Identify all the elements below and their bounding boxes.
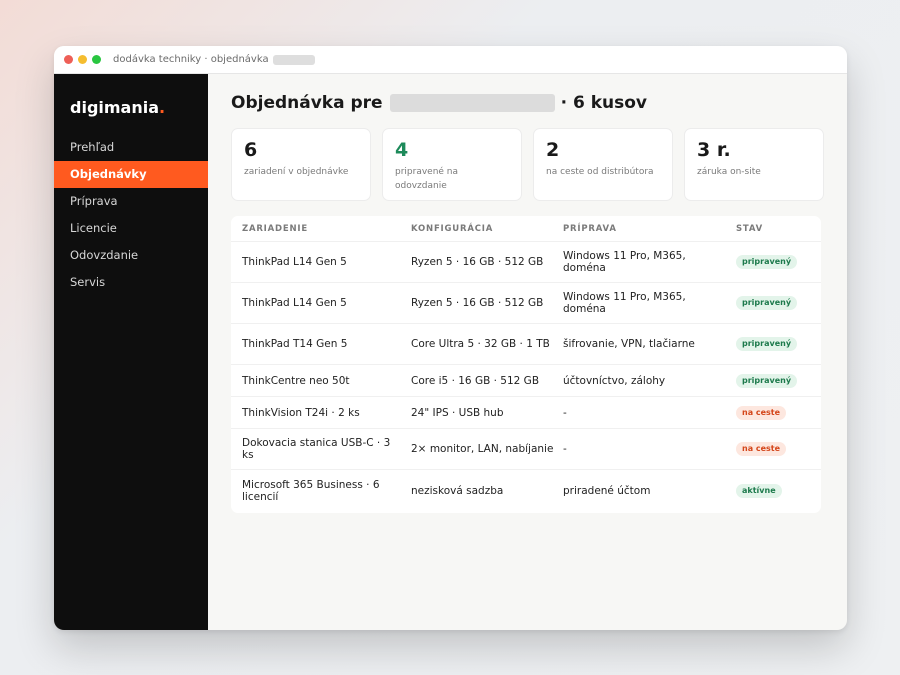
column-header-config[interactable]: KONFIGURÁCIA: [411, 223, 563, 235]
sidebar: digimania. Prehľad Objednávky Príprava L…: [54, 74, 208, 630]
sidebar-item-objednavky[interactable]: Objednávky: [54, 161, 208, 188]
title-bar: dodávka techniky · objednávka: [54, 46, 847, 74]
order-table: ZARIADENIE KONFIGURÁCIA PRÍPRAVA STAV Th…: [231, 216, 821, 513]
sidebar-item-licencie[interactable]: Licencie: [54, 215, 208, 242]
stat-card-ready: 4 pripravené na odovzdanie: [382, 128, 522, 201]
cell-config: Core Ultra 5 · 32 GB · 1 TB: [411, 338, 550, 350]
stat-value: 6: [244, 139, 258, 161]
cell-config: nezisková sadzba: [411, 484, 504, 497]
stat-card-warranty: 3 r. záruka on-site: [684, 128, 824, 201]
stat-value: 2: [546, 139, 560, 161]
table-row[interactable]: ThinkVision T24i · 2 ks 24" IPS · USB hu…: [231, 397, 821, 429]
column-header-status[interactable]: STAV: [736, 224, 821, 234]
stat-value: 3 r.: [697, 139, 731, 161]
table-row[interactable]: ThinkPad T14 Gen 5 Core Ultra 5 · 32 GB …: [231, 324, 821, 365]
cell-device: Dokovacia stanica USB-C · 3 ks: [242, 437, 391, 461]
status-badge: pripravený: [736, 373, 798, 388]
cell-prep: Windows 11 Pro, M365, doména: [563, 250, 686, 274]
cell-prep: účtovníctvo, zálohy: [563, 374, 666, 387]
stat-label: pripravené na odovzdanie: [395, 167, 459, 191]
minimize-window-button[interactable]: [78, 55, 87, 64]
cell-config: 24" IPS · USB hub: [411, 406, 504, 419]
status-badge: aktívne: [736, 483, 782, 498]
stat-card-devices: 6 zariadení v objednávke: [231, 128, 371, 201]
cell-device: ThinkPad L14 Gen 5: [242, 297, 347, 309]
stat-label: záruka on-site: [697, 167, 761, 177]
cell-config: Ryzen 5 · 16 GB · 512 GB: [411, 297, 544, 309]
table-row[interactable]: Microsoft 365 Business · 6 licencií nezi…: [231, 470, 821, 511]
table-row[interactable]: ThinkCentre neo 50t Core i5 · 16 GB · 51…: [231, 365, 821, 397]
cell-device: ThinkCentre neo 50t: [242, 374, 350, 387]
app-window: dodávka techniky · objednávka digimania.…: [54, 46, 847, 630]
cell-config: Ryzen 5 · 16 GB · 512 GB: [411, 256, 544, 268]
status-badge: na ceste: [736, 405, 787, 420]
status-badge: na ceste: [736, 442, 787, 456]
sidebar-item-prehlad[interactable]: Prehľad: [54, 134, 208, 161]
cell-device: Microsoft 365 Business · 6 licencií: [242, 478, 380, 503]
cell-prep: Windows 11 Pro, M365, doména: [563, 291, 686, 315]
sidebar-item-servis[interactable]: Servis: [54, 269, 208, 296]
status-badge: pripravený: [736, 255, 798, 269]
status-badge: pripravený: [736, 337, 798, 351]
cell-device: ThinkVision T24i · 2 ks: [242, 406, 360, 419]
table-row[interactable]: ThinkPad L14 Gen 5 Ryzen 5 · 16 GB · 512…: [231, 242, 821, 283]
window-title: dodávka techniky · objednávka: [113, 54, 269, 65]
redacted-customer-name: [389, 94, 555, 112]
table-row[interactable]: ThinkPad L14 Gen 5 Ryzen 5 · 16 GB · 512…: [231, 283, 821, 324]
column-header-device[interactable]: ZARIADENIE: [231, 223, 411, 235]
logo[interactable]: digimania.: [54, 98, 208, 117]
cell-prep: -: [563, 443, 567, 455]
stat-label: zariadení v objednávke: [244, 167, 349, 177]
cell-prep: priradené účtom: [563, 484, 651, 497]
cell-config: Core i5 · 16 GB · 512 GB: [411, 374, 540, 387]
cell-device: ThinkPad L14 Gen 5: [242, 256, 347, 268]
sidebar-item-odovzdanie[interactable]: Odovzdanie: [54, 242, 208, 269]
close-window-button[interactable]: [64, 55, 73, 64]
redacted-title-text: [272, 54, 315, 65]
cell-prep: -: [563, 406, 567, 419]
table-row[interactable]: Dokovacia stanica USB-C · 3 ks 2× monito…: [231, 429, 821, 470]
sidebar-item-priprava[interactable]: Príprava: [54, 188, 208, 215]
cell-device: ThinkPad T14 Gen 5: [242, 338, 348, 350]
maximize-window-button[interactable]: [92, 55, 101, 64]
table-header: ZARIADENIE KONFIGURÁCIA PRÍPRAVA STAV: [231, 216, 821, 242]
stat-label: na ceste od distribútora: [546, 167, 654, 177]
cell-config: 2× monitor, LAN, nabíjanie: [411, 443, 554, 455]
stats-row: 6 zariadení v objednávke 4 pripravené na…: [231, 128, 824, 201]
stat-card-in-transit: 2 na ceste od distribútora: [533, 128, 673, 201]
stat-value: 4: [395, 139, 409, 161]
main-content: Objednávka pre · 6 kusov 6 zariadení v o…: [208, 74, 847, 630]
status-badge: pripravený: [736, 296, 798, 310]
column-header-prep[interactable]: PRÍPRAVA: [563, 223, 736, 235]
cell-prep: šifrovanie, VPN, tlačiarne: [563, 338, 695, 350]
page-title: Objednávka pre · 6 kusov: [231, 93, 648, 113]
